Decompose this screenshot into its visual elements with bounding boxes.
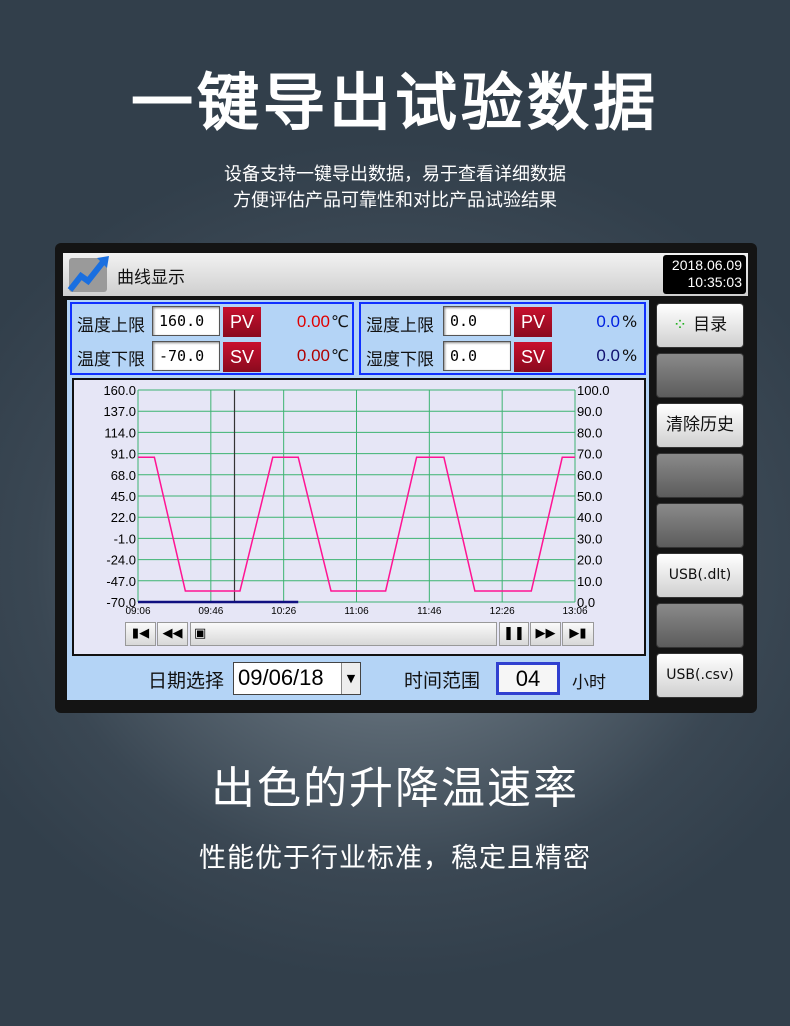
last-button[interactable]: ▶▮: [562, 622, 594, 646]
page-title: 一键导出试验数据: [130, 66, 659, 139]
first-icon: ▮◀: [131, 626, 150, 641]
y-left-tick: 114.0: [104, 425, 136, 440]
humi-unit: %: [622, 346, 638, 365]
y-left-tick: -1.0: [114, 531, 136, 546]
sv-badge: SV: [223, 342, 261, 372]
humi-lower-label: 湿度下限: [366, 350, 434, 370]
temp-unit: ℃: [331, 312, 349, 331]
x-tick: 09:06: [125, 606, 150, 617]
y-right-tick: 10.0: [577, 574, 602, 589]
first-button[interactable]: ▮◀: [125, 622, 156, 646]
y-left-tick: -24.0: [106, 553, 136, 568]
y-right-tick: 60.0: [577, 468, 602, 483]
x-tick: 11:46: [417, 606, 442, 617]
humi-pv-value: 0.0: [596, 312, 620, 331]
time-range-unit: 小时: [572, 673, 606, 693]
fast-forward-icon: ▶▶: [535, 626, 556, 641]
subtitle-line-2: 方便评估产品可靠性和对比产品试验结果: [233, 190, 557, 211]
side-button-5[interactable]: USB(.dlt): [656, 553, 744, 598]
y-left-tick: -47.0: [106, 574, 136, 589]
side-button-4[interactable]: [656, 503, 744, 548]
time-range-input[interactable]: 04: [496, 662, 560, 695]
y-right-tick: 90.0: [577, 404, 602, 419]
side-button-label: 清除历史: [666, 415, 734, 435]
chevron-down-icon[interactable]: ▼: [341, 663, 360, 694]
humi-upper-input[interactable]: 0.0: [443, 306, 511, 336]
last-icon: ▶▮: [569, 626, 587, 641]
side-button-label: USB(.csv): [666, 667, 734, 683]
x-tick: 10:26: [271, 606, 296, 617]
rewind-icon: ◀◀: [162, 626, 183, 641]
screen-title: 曲线显示: [117, 268, 185, 288]
fast-forward-button[interactable]: ▶▶: [530, 622, 561, 646]
humi-sv-value: 0.0: [596, 346, 620, 365]
side-button-label: 目录: [693, 315, 728, 335]
side-button-2[interactable]: 清除历史: [656, 403, 744, 448]
y-right-tick: 50.0: [577, 489, 602, 504]
clock-time: 10:35:03: [687, 274, 743, 290]
trend-chart-icon: [67, 256, 109, 292]
clock: 2018.06.09 10:35:03: [663, 255, 746, 294]
temp-pv-value: 0.00: [296, 312, 330, 331]
side-button-1[interactable]: [656, 353, 744, 398]
x-tick: 11:06: [344, 606, 369, 617]
scroll-thumb-icon[interactable]: ▣: [194, 626, 206, 641]
temp-upper-label: 温度上限: [77, 316, 145, 336]
y-right-tick: 30.0: [577, 531, 602, 546]
y-right-tick: 70.0: [577, 447, 602, 462]
humi-lower-input[interactable]: 0.0: [443, 341, 511, 371]
y-right-tick: 20.0: [577, 553, 602, 568]
temp-lower-label: 温度下限: [77, 350, 145, 370]
humi-upper-label: 湿度上限: [366, 316, 434, 336]
side-button-6[interactable]: [656, 603, 744, 648]
sv-badge: SV: [514, 342, 552, 372]
y-right-tick: 80.0: [577, 425, 602, 440]
side-button-3[interactable]: [656, 453, 744, 498]
y-right-tick: 40.0: [577, 510, 602, 525]
slogan-sub: 性能优于行业标准，稳定且精密: [199, 843, 591, 874]
clock-date: 2018.06.09: [671, 257, 742, 273]
pv-badge: PV: [514, 307, 552, 337]
side-button-0[interactable]: ⁘ 目录: [656, 303, 744, 348]
timeline-scrollbar[interactable]: ▣: [190, 622, 497, 646]
temp-sv-value: 0.00: [296, 346, 330, 365]
y-left-tick: 45.0: [111, 489, 136, 504]
y-left-tick: 91.0: [111, 447, 136, 462]
humi-unit: %: [622, 312, 638, 331]
side-button-7[interactable]: USB(.csv): [656, 653, 744, 698]
y-left-tick: 22.0: [111, 510, 136, 525]
x-tick: 13:06: [562, 606, 587, 617]
temp-lower-input[interactable]: -70.0: [152, 341, 220, 371]
pause-icon: ❚❚: [503, 626, 525, 641]
y-left-tick: 68.0: [111, 468, 136, 483]
time-range-label: 时间范围: [404, 670, 481, 692]
side-button-label: USB(.dlt): [668, 567, 732, 583]
trend-chart-svg: 160.0 100.0 137.0 90.0 114.0 80.0 91.0 70.0 68.0…: [103, 383, 610, 617]
x-tick: 12:26: [490, 606, 515, 617]
pause-button[interactable]: ❚❚: [499, 622, 529, 646]
date-select-label: 日期选择: [148, 670, 225, 692]
y-right-tick: 100.0: [577, 383, 610, 398]
y-left-tick: 137.0: [103, 404, 136, 419]
temp-unit: ℃: [331, 346, 349, 365]
temp-upper-input[interactable]: 160.0: [152, 306, 220, 336]
subtitle-line-1: 设备支持一键导出数据，易于查看详细数据: [224, 164, 566, 185]
rewind-button[interactable]: ◀◀: [157, 622, 188, 646]
y-left-tick: 160.0: [103, 383, 136, 398]
pv-badge: PV: [223, 307, 261, 337]
menu-dots-icon: ⁘: [672, 315, 688, 335]
slogan: 出色的升降温速率: [211, 763, 579, 814]
x-tick: 09:46: [198, 606, 223, 617]
